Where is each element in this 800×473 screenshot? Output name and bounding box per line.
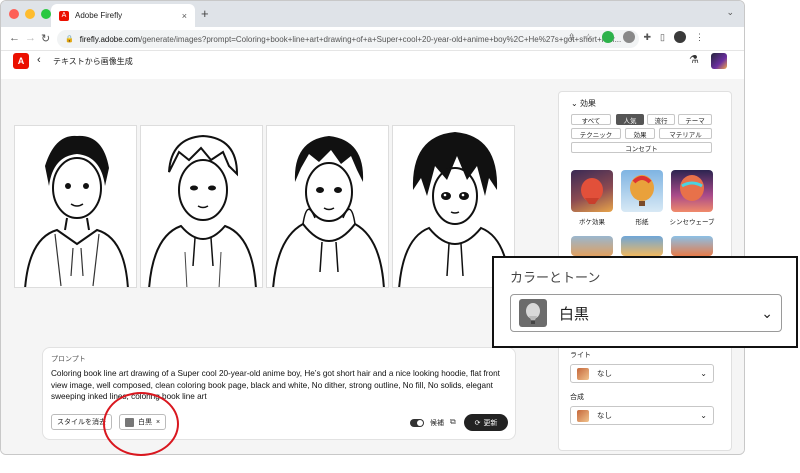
effect-thumb-row2[interactable] [671,236,713,256]
composite-dropdown[interactable]: なし ⌄ [570,406,714,425]
color-tone-callout: カラーとトーン 白黒 ⌄ [492,256,798,348]
menu-dots-icon[interactable]: ⋮ [695,32,704,43]
chevron-down-icon: ⌄ [761,304,773,321]
candidates-edit-icon[interactable]: ⧉ [450,417,456,427]
light-label: ライト [570,352,591,359]
generated-image[interactable] [266,125,389,288]
filter-all[interactable]: すべて [571,114,611,125]
balloon-thumb-icon [519,299,547,327]
generated-image[interactable] [140,125,263,288]
candidates-label: 候補 [430,420,444,427]
composite-thumb-icon [577,409,589,422]
candidates-toggle[interactable] [410,419,424,427]
effect-thumb-row2[interactable] [621,236,663,256]
prompt-label: プロンプト [51,356,86,363]
refresh-icon: ⟳ [474,419,481,427]
browser-tab[interactable]: A Adobe Firefly × [51,4,195,27]
url-host: firefly.adobe.com [79,34,141,44]
close-window-button[interactable] [9,9,19,19]
forward-arrow-icon[interactable]: → [25,32,36,44]
side-panel-icon[interactable]: ▯ [660,32,665,43]
flask-icon[interactable]: ⚗ [689,53,699,66]
adobe-favicon-icon: A [59,10,69,21]
tab-search-chevron-icon[interactable]: ⌄ [726,7,734,18]
tab-title: Adobe Firefly [75,11,123,20]
generated-image[interactable] [14,125,137,288]
filter-technique[interactable]: テクニック [571,128,621,139]
light-thumb-icon [577,367,589,380]
image-gallery [14,125,515,288]
update-label: 更新 [483,419,498,427]
effects-header[interactable]: ⌄ 効果 [571,98,596,109]
maximize-window-button[interactable] [41,9,51,19]
color-tone-value: 白黒 [559,305,590,323]
thumb-label-synthwave: シンセウェーブ [669,219,715,226]
light-value: なし [597,369,612,378]
adobe-logo-icon[interactable]: A [13,53,29,69]
avatar[interactable] [711,53,727,69]
new-tab-button[interactable]: + [201,6,209,21]
tab-bar: A Adobe Firefly × + ⌄ [1,1,744,27]
color-tone-dropdown[interactable]: 白黒 ⌄ [510,294,782,332]
chevron-down-icon: ⌄ [700,369,707,378]
effects-title: 効果 [579,99,596,108]
minimize-window-button[interactable] [25,9,35,19]
effect-stencil-thumb[interactable] [621,170,663,212]
window-controls [9,9,51,19]
filter-trend[interactable]: 流行 [647,114,675,125]
composite-value: なし [597,411,612,420]
app-header: A ‹ テキストから画像生成 ⚗ [1,51,744,73]
effect-bokeh-thumb[interactable] [571,170,613,212]
thumb-label-stencil: 形紙 [635,219,649,226]
puzzle-icon[interactable]: ✚ [644,32,652,43]
light-dropdown[interactable]: なし ⌄ [570,364,714,383]
url-input[interactable]: 🔒 firefly.adobe.com /generate/images?pro… [57,30,639,48]
lock-icon: 🔒 [65,36,74,43]
update-button[interactable]: ⟳ 更新 [464,414,508,431]
color-tone-title: カラーとトーン [510,270,601,285]
thumb-label-bokeh: ボケ効果 [579,219,605,226]
extension-gray-icon[interactable] [622,31,635,43]
composite-label: 合成 [570,394,584,401]
filter-concept[interactable]: コンセプト [571,142,712,153]
page-title: テキストから画像生成 [53,57,133,66]
address-bar-row: ← → ↻ 🔒 firefly.adobe.com /generate/imag… [1,27,744,51]
share-icon[interactable]: ⇪ [568,32,576,43]
chevron-down-icon: ⌄ [571,99,580,108]
reload-icon[interactable]: ↻ [41,32,50,45]
back-arrow-icon[interactable]: ← [9,32,20,44]
filter-material[interactable]: マテリアル [659,128,712,139]
effect-synthwave-thumb[interactable] [671,170,713,212]
annotation-circle [103,392,179,456]
back-chevron-icon[interactable]: ‹ [37,54,41,66]
bookmark-star-icon[interactable]: ☆ [584,32,592,43]
chevron-down-icon: ⌄ [700,411,707,420]
url-path: /generate/images?prompt=Coloring+book+li… [140,34,622,44]
browser-window: A Adobe Firefly × + ⌄ ← → ↻ 🔒 firefly.ad… [0,0,745,455]
filter-effect[interactable]: 効果 [625,128,655,139]
effect-thumb-row2[interactable] [571,236,613,256]
profile-avatar-icon[interactable] [674,31,686,43]
extension-green-icon[interactable] [601,31,614,43]
toolbar-icons: ⇪ ☆ ✚ ▯ ⋮ [568,31,704,43]
filter-theme[interactable]: テーマ [678,114,712,125]
tab-close-icon[interactable]: × [182,11,187,21]
filter-popular[interactable]: 人気 [616,114,644,125]
